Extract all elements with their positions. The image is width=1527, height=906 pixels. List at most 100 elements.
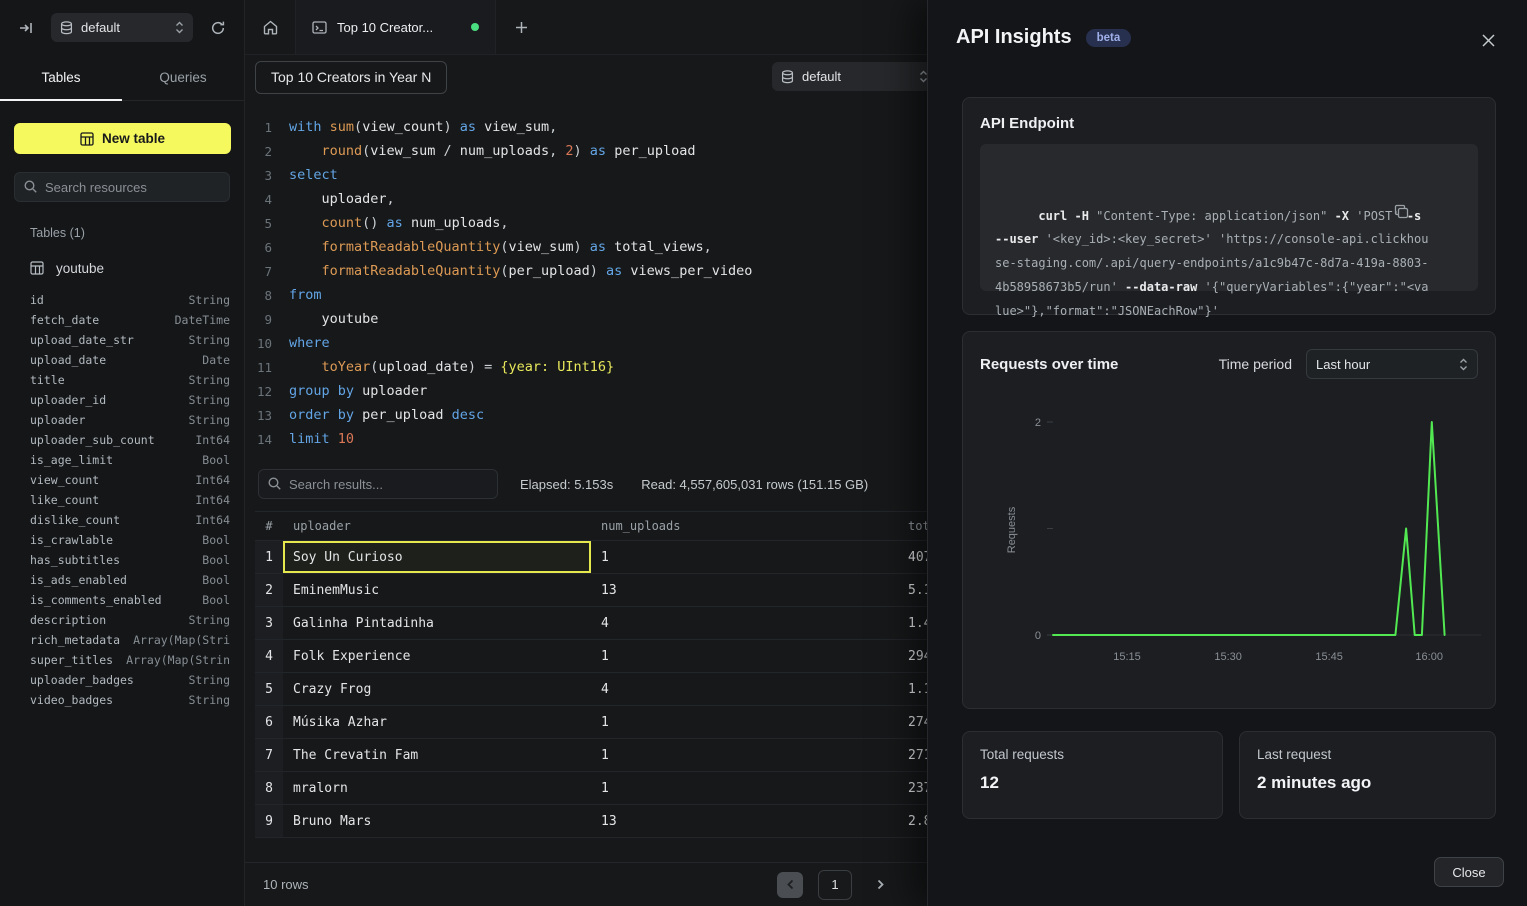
- row-number-cell[interactable]: 4: [255, 640, 283, 672]
- column-row[interactable]: idString: [0, 290, 244, 310]
- column-name: video_badges: [30, 693, 113, 707]
- table-cell[interactable]: Galinha Pintadinha: [283, 607, 591, 639]
- column-row[interactable]: upload_dateDate: [0, 350, 244, 370]
- api-endpoint-card: API Endpoint curl -H "Content-Type: appl…: [962, 97, 1496, 315]
- new-tab-button[interactable]: [496, 0, 546, 54]
- column-row[interactable]: descriptionString: [0, 610, 244, 630]
- database-select-value: default: [81, 20, 120, 35]
- code-text: limit 10: [289, 431, 354, 447]
- column-row[interactable]: video_badgesString: [0, 690, 244, 710]
- close-icon[interactable]: [1477, 29, 1499, 51]
- table-cell[interactable]: 13: [591, 805, 898, 837]
- tab-queries[interactable]: Queries: [122, 55, 244, 100]
- column-type: String: [188, 393, 230, 407]
- table-cell[interactable]: Soy Un Curioso: [283, 541, 591, 573]
- close-button[interactable]: Close: [1434, 857, 1504, 887]
- column-type: Bool: [202, 593, 230, 607]
- code-text: from: [289, 287, 322, 303]
- column-row[interactable]: view_countInt64: [0, 470, 244, 490]
- next-page-button[interactable]: [867, 872, 893, 898]
- column-row[interactable]: like_countInt64: [0, 490, 244, 510]
- row-number-cell[interactable]: 2: [255, 574, 283, 606]
- column-header[interactable]: uploader: [283, 512, 591, 540]
- sidebar-collapse-icon[interactable]: [14, 16, 38, 40]
- table-cell[interactable]: Crazy Frog: [283, 673, 591, 705]
- search-results-input[interactable]: [258, 469, 498, 499]
- row-number-cell[interactable]: 5: [255, 673, 283, 705]
- table-cell[interactable]: The Crevatin Fam: [283, 739, 591, 771]
- column-row[interactable]: uploader_sub_countInt64: [0, 430, 244, 450]
- table-cell[interactable]: Músika Azhar: [283, 706, 591, 738]
- table-cell[interactable]: 4: [591, 673, 898, 705]
- table-cell[interactable]: 13: [591, 574, 898, 606]
- column-row[interactable]: has_subtitlesBool: [0, 550, 244, 570]
- api-insights-panel: API Insights beta API Endpoint curl -H "…: [927, 0, 1527, 906]
- column-header[interactable]: #: [255, 512, 283, 540]
- column-row[interactable]: is_age_limitBool: [0, 450, 244, 470]
- table-cell[interactable]: Folk Experience: [283, 640, 591, 672]
- row-number-cell[interactable]: 6: [255, 706, 283, 738]
- refresh-icon[interactable]: [206, 16, 230, 40]
- prev-page-button[interactable]: [777, 872, 803, 898]
- new-table-button[interactable]: New table: [14, 123, 231, 154]
- svg-text:15:30: 15:30: [1214, 651, 1242, 663]
- table-cell[interactable]: mralorn: [283, 772, 591, 804]
- table-cell[interactable]: 1: [591, 739, 898, 771]
- column-row[interactable]: uploaderString: [0, 410, 244, 430]
- tables-section-label: Tables (1): [0, 226, 244, 240]
- column-name: description: [30, 613, 106, 627]
- column-type: String: [188, 673, 230, 687]
- time-period-select[interactable]: Last hour: [1306, 349, 1478, 379]
- column-row[interactable]: titleString: [0, 370, 244, 390]
- query-database-select-value: default: [802, 69, 841, 84]
- panel-title: API Insights: [956, 26, 1072, 49]
- column-row[interactable]: fetch_dateDateTime: [0, 310, 244, 330]
- column-type: Int64: [195, 513, 230, 527]
- table-cell[interactable]: 4: [591, 607, 898, 639]
- line-number: 12: [245, 384, 272, 399]
- column-row[interactable]: uploader_badgesString: [0, 670, 244, 690]
- table-cell[interactable]: 1: [591, 706, 898, 738]
- table-cell[interactable]: 1: [591, 640, 898, 672]
- column-type: String: [188, 333, 230, 347]
- column-type: Int64: [195, 433, 230, 447]
- search-resources-input[interactable]: [14, 172, 230, 202]
- row-number-cell[interactable]: 9: [255, 805, 283, 837]
- column-row[interactable]: is_ads_enabledBool: [0, 570, 244, 590]
- table-cell[interactable]: 1: [591, 541, 898, 573]
- row-number-cell[interactable]: 1: [255, 541, 283, 573]
- tab-tables[interactable]: Tables: [0, 55, 122, 100]
- column-row[interactable]: uploader_idString: [0, 390, 244, 410]
- chevron-updown-icon: [1459, 358, 1468, 371]
- sidebar-table-youtube[interactable]: youtube: [0, 256, 244, 280]
- row-number-cell[interactable]: 8: [255, 772, 283, 804]
- column-row[interactable]: is_comments_enabledBool: [0, 590, 244, 610]
- table-cell[interactable]: 1: [591, 772, 898, 804]
- column-row[interactable]: rich_metadataArray(Map(Stri: [0, 630, 244, 650]
- database-select[interactable]: default: [51, 13, 193, 42]
- table-cell[interactable]: EminemMusic: [283, 574, 591, 606]
- line-number: 13: [245, 408, 272, 423]
- row-number-cell[interactable]: 7: [255, 739, 283, 771]
- column-header[interactable]: num_uploads: [591, 512, 898, 540]
- home-button[interactable]: [245, 0, 296, 54]
- code-text: toYear(upload_date) = {year: UInt16}: [289, 359, 614, 375]
- row-number-cell[interactable]: 3: [255, 607, 283, 639]
- column-row[interactable]: upload_date_strString: [0, 330, 244, 350]
- column-type: Int64: [195, 493, 230, 507]
- code-text: group by uploader: [289, 383, 427, 399]
- table-cell[interactable]: Bruno Mars: [283, 805, 591, 837]
- column-row[interactable]: super_titlesArray(Map(Strin: [0, 650, 244, 670]
- query-tab[interactable]: Top 10 Creator...: [296, 0, 496, 54]
- column-row[interactable]: dislike_countInt64: [0, 510, 244, 530]
- query-title[interactable]: Top 10 Creators in Year N: [255, 61, 447, 94]
- columns-list: idStringfetch_dateDateTimeupload_date_st…: [0, 290, 244, 710]
- tab-tables-label: Tables: [41, 70, 80, 85]
- beta-badge: beta: [1086, 29, 1132, 47]
- copy-icon[interactable]: [1394, 156, 1466, 266]
- query-database-select[interactable]: default: [772, 62, 937, 91]
- column-name: is_crawlable: [30, 533, 113, 547]
- page-number[interactable]: 1: [818, 870, 852, 900]
- column-type: Int64: [195, 473, 230, 487]
- column-row[interactable]: is_crawlableBool: [0, 530, 244, 550]
